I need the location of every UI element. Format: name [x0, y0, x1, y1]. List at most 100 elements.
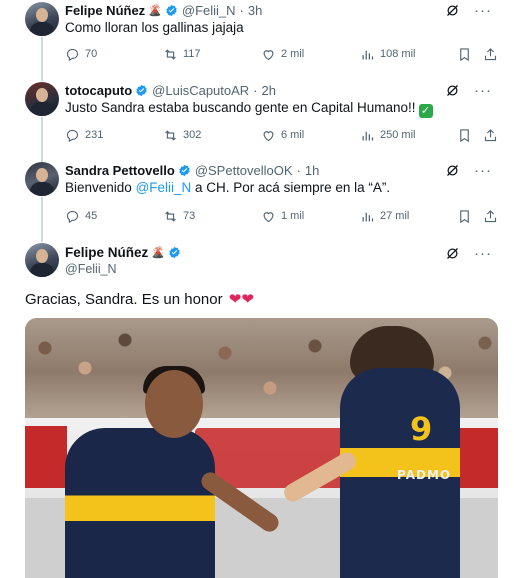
tweet-text-content: Justo Sandra estaba buscando gente en Ca… [65, 100, 416, 115]
grok-icon[interactable] [445, 83, 460, 98]
tweet-top-actions: ··· [445, 83, 492, 98]
volcano-emoji: 🌋 [151, 247, 165, 259]
verified-badge-icon [168, 246, 181, 259]
tweet-text: Bienvenido @Felii_N a CH. Por acá siempr… [65, 180, 390, 195]
heart-emoji: ❤❤ [228, 291, 254, 308]
separator-dot: · [296, 163, 301, 178]
like-button[interactable]: 6 mil [261, 126, 304, 144]
like-icon [261, 47, 276, 62]
share-button[interactable] [483, 207, 498, 225]
share-button[interactable] [483, 126, 498, 144]
like-count: 6 mil [281, 129, 305, 141]
check-mark-icon: ✓ [418, 104, 433, 118]
retweet-count: 73 [183, 210, 196, 222]
retweet-icon [163, 209, 178, 224]
avatar[interactable] [25, 2, 59, 36]
thread-line [41, 197, 43, 242]
reply-icon [65, 128, 80, 143]
tweet-text: Gracias, Sandra. Es un honor ❤❤ [25, 290, 254, 308]
retweet-icon [163, 47, 178, 62]
avatar[interactable] [25, 243, 59, 277]
author-name[interactable]: totocaputo [65, 83, 132, 98]
tweet-text-content: Gracias, Sandra. Es un honor [25, 291, 223, 308]
tweet-header: Felipe Núñez 🌋 @Felii_N · 3h [65, 3, 262, 18]
grok-icon[interactable] [445, 3, 460, 18]
share-icon [483, 209, 498, 224]
bookmark-icon [457, 47, 472, 62]
tweet-text: Justo Sandra estaba buscando gente en Ca… [65, 100, 433, 118]
retweet-button[interactable]: 73 [163, 207, 195, 225]
tweet-header: Sandra Pettovello @SPettovelloOK · 1h [65, 163, 319, 178]
reply-button[interactable]: 45 [65, 207, 97, 225]
verified-badge-icon [135, 84, 148, 97]
separator-dot: · [253, 83, 258, 98]
reply-icon [65, 209, 80, 224]
retweet-count: 117 [183, 48, 201, 60]
tweet-photo[interactable]: 9 PADMO [25, 318, 498, 578]
timestamp[interactable]: 3h [248, 3, 262, 18]
views-count: 250 mil [380, 129, 416, 141]
tweet-actions: 45 73 1 mil 27 mil [65, 207, 497, 225]
bookmark-icon [457, 128, 472, 143]
like-button[interactable]: 2 mil [261, 45, 304, 63]
tweet-top-actions: ··· [445, 3, 492, 18]
author-name[interactable]: Sandra Pettovello [65, 163, 175, 178]
views-button[interactable]: 27 mil [360, 207, 409, 225]
reply-button[interactable]: 70 [65, 45, 97, 63]
author-handle[interactable]: @Felii_N [182, 3, 236, 18]
views-button[interactable]: 250 mil [360, 126, 415, 144]
more-icon[interactable]: ··· [474, 163, 492, 178]
tweet-header: totocaputo @LuisCaputoAR · 2h [65, 83, 276, 98]
views-button[interactable]: 108 mil [360, 45, 415, 63]
tweet-top-actions: ··· [445, 246, 492, 261]
grok-icon[interactable] [445, 163, 460, 178]
author-handle[interactable]: @LuisCaputoAR [152, 83, 249, 98]
share-button[interactable] [483, 45, 498, 63]
bookmark-button[interactable] [457, 126, 472, 144]
verified-badge-icon [178, 164, 191, 177]
like-icon [261, 128, 276, 143]
grok-icon[interactable] [445, 246, 460, 261]
share-icon [483, 128, 498, 143]
separator-dot: · [239, 3, 244, 18]
tweet-text-before: Bienvenido [65, 180, 136, 195]
verified-badge-icon [165, 4, 178, 17]
timestamp[interactable]: 1h [305, 163, 319, 178]
timestamp[interactable]: 2h [262, 83, 276, 98]
like-count: 2 mil [281, 48, 305, 60]
volcano-emoji: 🌋 [148, 5, 162, 17]
tweet-top-actions: ··· [445, 163, 492, 178]
mention-link[interactable]: @Felii_N [136, 180, 192, 195]
retweet-button[interactable]: 302 [163, 126, 201, 144]
author-name[interactable]: Felipe Núñez [65, 245, 148, 260]
jersey-name: PADMO [397, 468, 452, 482]
author-name[interactable]: Felipe Núñez [65, 3, 145, 18]
more-icon[interactable]: ··· [474, 3, 492, 18]
more-icon[interactable]: ··· [474, 83, 492, 98]
bookmark-button[interactable] [457, 45, 472, 63]
views-count: 108 mil [380, 48, 416, 60]
like-icon [261, 209, 276, 224]
retweet-button[interactable]: 117 [163, 45, 201, 63]
tweet-text: Como lloran los gallinas jajaja [65, 20, 244, 35]
like-count: 1 mil [281, 210, 305, 222]
more-icon[interactable]: ··· [474, 246, 492, 261]
player-jersey [65, 428, 215, 578]
jersey-number: 9 [410, 410, 433, 448]
like-button[interactable]: 1 mil [261, 207, 304, 225]
thread-line [41, 117, 43, 162]
retweet-count: 302 [183, 129, 202, 141]
avatar[interactable] [25, 82, 59, 116]
tweet-actions: 231 302 6 mil 250 mil [65, 126, 497, 144]
views-icon [360, 47, 375, 62]
thread-line [41, 37, 43, 81]
views-count: 27 mil [380, 210, 410, 222]
reply-count: 231 [85, 129, 104, 141]
tweet-text-after: a CH. Por acá siempre en la “A”. [191, 180, 391, 195]
reply-button[interactable]: 231 [65, 126, 103, 144]
avatar[interactable] [25, 162, 59, 196]
author-name-row: Felipe Núñez 🌋 [65, 245, 181, 260]
author-handle[interactable]: @Felii_N [65, 262, 117, 276]
author-handle[interactable]: @SPettovelloOK [195, 163, 293, 178]
bookmark-button[interactable] [457, 207, 472, 225]
